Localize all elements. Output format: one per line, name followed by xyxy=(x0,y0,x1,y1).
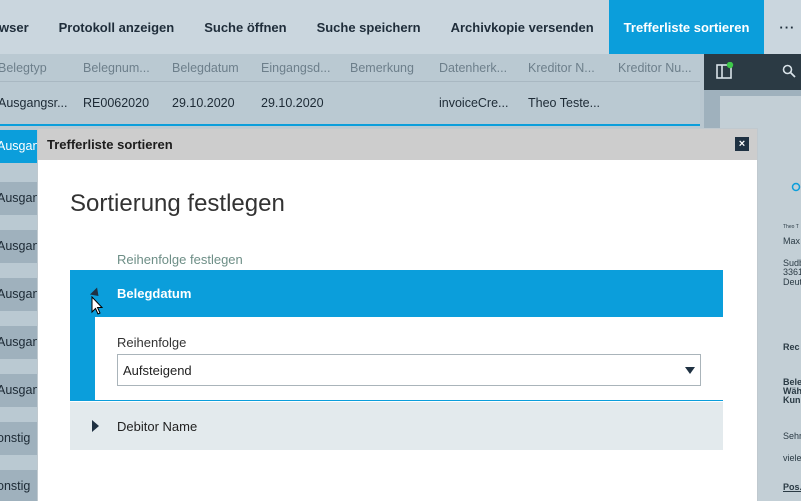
column-header[interactable]: Bemerkung xyxy=(350,61,414,75)
dialog-heading: Sortierung festlegen xyxy=(70,190,285,217)
preview-text: Kun xyxy=(783,395,801,405)
list-item[interactable]: onstig xyxy=(0,422,37,455)
table-cell: invoiceCre... xyxy=(439,96,509,110)
top-toolbar: wser Protokoll anzeigen Suche öffnen Suc… xyxy=(0,0,801,54)
panel-toggle-icon[interactable] xyxy=(716,62,734,80)
toolbar-trefferliste-sortieren-button[interactable]: Trefferliste sortieren xyxy=(608,0,765,54)
preview-circle-icon xyxy=(791,182,801,192)
preview-text: Sehr xyxy=(783,431,801,441)
preview-text: Rec xyxy=(783,342,800,352)
accordion-accent-bar xyxy=(70,317,95,401)
column-header[interactable]: Datenherk... xyxy=(439,61,507,75)
select-value: Aufsteigend xyxy=(123,362,192,378)
mouse-cursor-icon xyxy=(91,296,104,315)
column-header[interactable]: Belegtyp xyxy=(0,61,47,75)
list-item[interactable]: Ausgan xyxy=(0,374,37,407)
list-item[interactable]: Ausgan xyxy=(0,230,37,263)
column-header[interactable]: Kreditor Nu... xyxy=(618,61,692,75)
accordion-header-debitor-name[interactable]: Debitor Name xyxy=(70,402,723,450)
preview-text: Theo T xyxy=(783,224,799,230)
preview-text: Deut xyxy=(783,277,801,287)
section-label: Reihenfolge festlegen xyxy=(117,252,243,267)
sort-dialog: Trefferliste sortieren × Sortierung fest… xyxy=(38,129,757,501)
list-item[interactable]: onstig xyxy=(0,470,37,501)
toolbar-suche-oeffnen-button[interactable]: Suche öffnen xyxy=(189,0,301,54)
toolbar-protokoll-button[interactable]: Protokoll anzeigen xyxy=(44,0,190,54)
search-icon[interactable] xyxy=(782,64,796,78)
accordion-content: Reihenfolge Aufsteigend xyxy=(70,317,723,401)
dialog-title-bar: Trefferliste sortieren × xyxy=(38,129,757,160)
chevron-down-icon xyxy=(685,367,695,374)
grid-header: Belegtyp Belegnum... Belegdatum Eingangs… xyxy=(0,54,700,82)
column-header[interactable]: Belegdatum xyxy=(172,61,239,75)
toolbar-archivkopie-button[interactable]: Archivkopie versenden xyxy=(436,0,609,54)
table-row[interactable]: Ausgangsr... RE0062020 29.10.2020 29.10.… xyxy=(0,82,700,126)
dialog-body: Sortierung festlegen Reihenfolge festleg… xyxy=(38,160,753,501)
chevron-right-icon xyxy=(92,420,99,432)
column-header[interactable]: Belegnum... xyxy=(83,61,150,75)
list-item[interactable]: Ausgan xyxy=(0,130,37,163)
toolbar-suche-speichern-button[interactable]: Suche speichern xyxy=(302,0,436,54)
table-cell: RE0062020 xyxy=(83,96,150,110)
order-select[interactable]: Aufsteigend xyxy=(117,354,701,386)
preview-text: viele xyxy=(783,453,801,463)
preview-text: Pos. xyxy=(783,482,801,492)
preview-text: Max xyxy=(783,236,801,246)
table-cell: 29.10.2020 xyxy=(172,96,235,110)
preview-text: 3361 xyxy=(783,267,801,277)
field-label: Reihenfolge xyxy=(117,335,187,350)
column-header[interactable]: Eingangsd... xyxy=(261,61,331,75)
list-item[interactable]: Ausgan xyxy=(0,182,37,215)
column-header[interactable]: Kreditor N... xyxy=(528,61,595,75)
table-cell: Theo Teste... xyxy=(528,96,601,110)
list-item[interactable]: Ausgan xyxy=(0,278,37,311)
list-item[interactable]: Ausgan xyxy=(0,326,37,359)
more-menu-icon[interactable]: ··· xyxy=(764,0,801,54)
toolbar-browser-button[interactable]: wser xyxy=(0,0,44,54)
accordion-header-label: Debitor Name xyxy=(117,418,198,434)
dialog-title: Trefferliste sortieren xyxy=(47,137,173,152)
table-cell: Ausgangsr... xyxy=(0,96,68,110)
accordion-header-label: Belegdatum xyxy=(117,286,192,301)
close-icon[interactable]: × xyxy=(735,137,749,151)
preview-toolbar xyxy=(704,54,801,90)
table-cell: 29.10.2020 xyxy=(261,96,324,110)
accordion-header-belegdatum[interactable]: Belegdatum xyxy=(70,270,723,317)
